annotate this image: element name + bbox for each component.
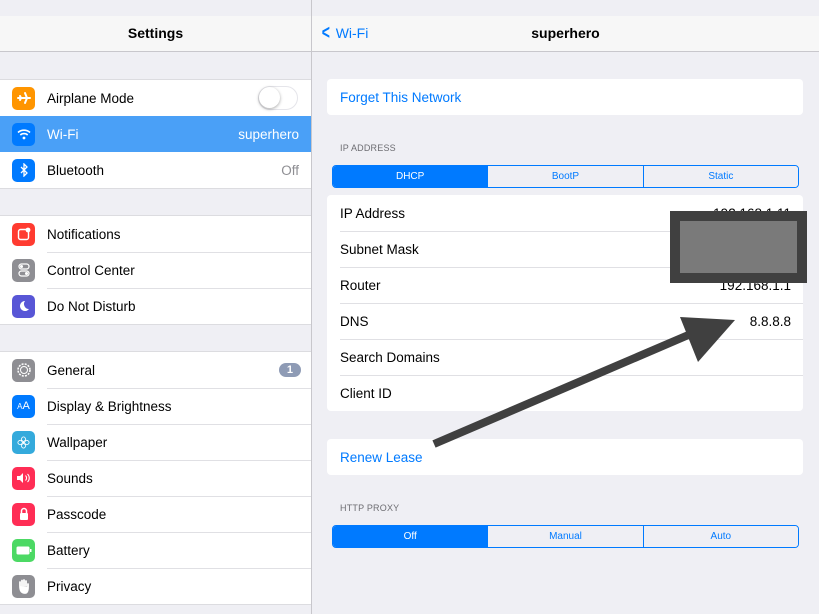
control-center-icon — [12, 258, 35, 282]
renew-lease-button[interactable]: Renew Lease — [327, 439, 803, 475]
sidebar-item-label: General — [47, 362, 96, 378]
sidebar-item-label: Privacy — [47, 578, 92, 594]
sidebar-item-battery[interactable]: Battery — [0, 532, 311, 568]
settings-group-general: General 1 AA Display & Brightness Wallpa… — [0, 351, 311, 605]
hand-icon — [12, 574, 35, 598]
sidebar-item-label: Bluetooth — [47, 162, 105, 178]
sidebar-item-control-center[interactable]: Control Center — [0, 252, 311, 288]
speaker-icon — [12, 466, 35, 490]
http-proxy-segmented-control: Off Manual Auto — [332, 525, 799, 548]
gear-icon — [12, 358, 35, 382]
ip-mode-segmented-control: DHCP BootP Static — [332, 165, 799, 188]
moon-icon — [12, 294, 35, 318]
network-title: superhero — [531, 25, 600, 41]
bluetooth-status-value: Off — [281, 162, 299, 178]
forget-network-label: Forget This Network — [340, 89, 462, 105]
redaction-box — [670, 211, 807, 283]
sidebar-title: Settings — [127, 25, 184, 41]
http-proxy-header: HTTP PROXY — [340, 503, 400, 513]
lock-icon — [12, 502, 35, 526]
renew-lease-label: Renew Lease — [340, 449, 423, 465]
battery-icon — [12, 538, 35, 562]
ip-mode-static[interactable]: Static — [642, 166, 798, 187]
notifications-icon — [12, 222, 35, 246]
sidebar-item-label: Passcode — [47, 506, 107, 522]
field-label: Search Domains — [340, 349, 440, 365]
settings-sidebar: Settings Airplane Mode Wi-Fi superhero B… — [0, 0, 312, 614]
search-domains-row[interactable]: Search Domains — [327, 339, 803, 375]
client-id-row[interactable]: Client ID — [327, 375, 803, 411]
sidebar-item-label: Sounds — [47, 470, 93, 486]
sidebar-item-general[interactable]: General 1 — [0, 352, 311, 388]
field-label: Router — [340, 277, 381, 293]
sidebar-item-label: Do Not Disturb — [47, 298, 136, 314]
ip-mode-bootp[interactable]: BootP — [487, 166, 643, 187]
sidebar-item-wifi[interactable]: Wi-Fi superhero — [0, 116, 311, 152]
sidebar-navbar: Settings — [0, 16, 311, 52]
forget-network-button[interactable]: Forget This Network — [327, 79, 803, 115]
dns-row[interactable]: DNS 8.8.8.8 — [327, 303, 803, 339]
field-label: DNS — [340, 313, 369, 329]
sidebar-item-notifications[interactable]: Notifications — [0, 216, 311, 252]
settings-group-connectivity: Airplane Mode Wi-Fi superhero Bluetooth … — [0, 79, 311, 189]
sidebar-item-label: Wi-Fi — [47, 126, 79, 142]
sidebar-item-label: Airplane Mode — [47, 90, 135, 106]
ip-address-header: IP ADDRESS — [340, 143, 396, 153]
bluetooth-icon — [12, 158, 35, 182]
sidebar-item-airplane-mode[interactable]: Airplane Mode — [0, 80, 311, 116]
sidebar-item-do-not-disturb[interactable]: Do Not Disturb — [0, 288, 311, 324]
sidebar-item-label: Control Center — [47, 262, 135, 278]
proxy-mode-off[interactable]: Off — [333, 526, 488, 547]
wifi-icon — [12, 122, 35, 146]
wifi-detail-pane: < Wi-Fi superhero Forget This Network IP… — [312, 0, 819, 614]
proxy-mode-manual[interactable]: Manual — [487, 526, 643, 547]
sidebar-item-wallpaper[interactable]: Wallpaper — [0, 424, 311, 460]
dns-value[interactable]: 8.8.8.8 — [750, 314, 791, 329]
field-label: Client ID — [340, 385, 392, 401]
detail-navbar: < Wi-Fi superhero — [312, 16, 819, 52]
airplane-mode-toggle[interactable] — [258, 86, 298, 110]
settings-group-notifications: Notifications Control Center Do Not Dist… — [0, 215, 311, 325]
renew-lease-card: Renew Lease — [327, 439, 803, 475]
forget-network-card: Forget This Network — [327, 79, 803, 115]
airplane-icon — [12, 86, 35, 110]
display-icon: AA — [12, 394, 35, 418]
sidebar-item-passcode[interactable]: Passcode — [0, 496, 311, 532]
wifi-network-value: superhero — [238, 126, 299, 142]
sidebar-item-display-brightness[interactable]: AA Display & Brightness — [0, 388, 311, 424]
sidebar-item-label: Battery — [47, 542, 90, 558]
update-badge: 1 — [278, 363, 301, 377]
field-label: IP Address — [340, 205, 406, 221]
sidebar-item-label: Display & Brightness — [47, 398, 172, 414]
sidebar-item-privacy[interactable]: Privacy — [0, 568, 311, 604]
sidebar-item-label: Notifications — [47, 226, 121, 242]
wallpaper-icon — [12, 430, 35, 454]
sidebar-item-sounds[interactable]: Sounds — [0, 460, 311, 496]
sidebar-item-bluetooth[interactable]: Bluetooth Off — [0, 152, 311, 188]
ip-mode-dhcp[interactable]: DHCP — [333, 166, 488, 187]
proxy-mode-auto[interactable]: Auto — [642, 526, 798, 547]
sidebar-item-label: Wallpaper — [47, 434, 108, 450]
